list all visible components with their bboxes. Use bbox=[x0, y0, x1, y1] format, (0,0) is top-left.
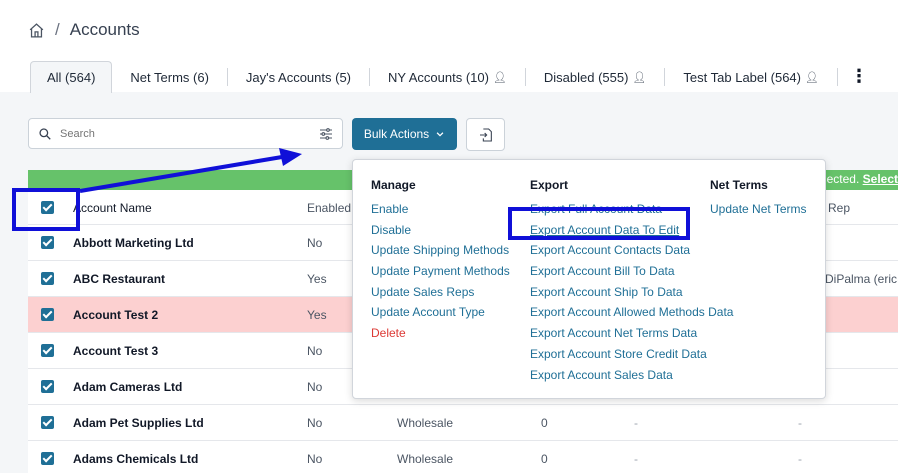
annotation-arrow bbox=[79, 148, 302, 193]
